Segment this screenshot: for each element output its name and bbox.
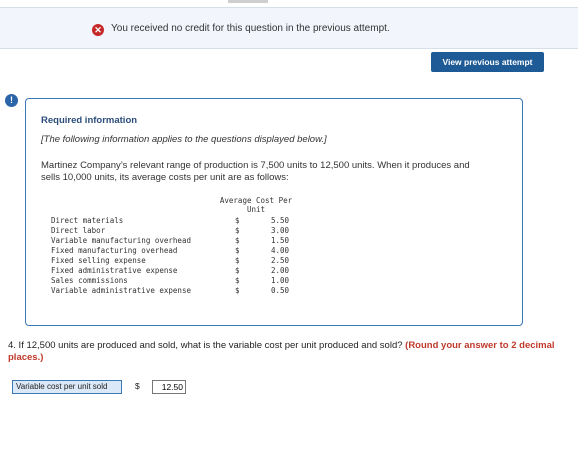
cost-value: 2.50 bbox=[270, 256, 289, 265]
answer-label: Variable cost per unit sold bbox=[12, 380, 122, 394]
cost-label: Sales commissions bbox=[51, 276, 128, 285]
table-row: Variable manufacturing overhead $ 1.50 bbox=[51, 236, 311, 246]
info-subtitle: [The following information applies to th… bbox=[41, 134, 327, 145]
cost-label: Fixed manufacturing overhead bbox=[51, 246, 178, 255]
cost-value: 0.50 bbox=[270, 286, 289, 295]
table-row: Variable administrative expense $ 0.50 bbox=[51, 286, 311, 296]
cost-currency: $ bbox=[235, 276, 240, 285]
table-row: Direct labor $ 3.00 bbox=[51, 226, 311, 236]
cost-value: 1.50 bbox=[270, 236, 289, 245]
view-previous-attempt-button[interactable]: View previous attempt bbox=[431, 52, 544, 72]
table-row: Fixed manufacturing overhead $ 4.00 bbox=[51, 246, 311, 256]
cost-label: Direct materials bbox=[51, 216, 124, 225]
cost-currency: $ bbox=[235, 226, 240, 235]
cost-currency: $ bbox=[235, 266, 240, 275]
info-title: Required information bbox=[41, 115, 138, 126]
required-information-box: Required information [The following info… bbox=[25, 98, 523, 326]
top-tab-stub bbox=[228, 0, 268, 3]
cost-value: 2.00 bbox=[270, 266, 289, 275]
cost-currency: $ bbox=[235, 236, 240, 245]
cost-currency: $ bbox=[235, 246, 240, 255]
cost-label: Fixed administrative expense bbox=[51, 266, 178, 275]
cost-label: Variable administrative expense bbox=[51, 286, 191, 295]
cost-value: 4.00 bbox=[270, 246, 289, 255]
table-row: Sales commissions $ 1.00 bbox=[51, 276, 311, 286]
cost-label: Direct labor bbox=[51, 226, 106, 235]
banner-message: You received no credit for this question… bbox=[111, 23, 390, 34]
info-body: Martinez Company’s relevant range of pro… bbox=[41, 160, 470, 183]
cost-label: Fixed selling expense bbox=[51, 256, 146, 265]
feedback-banner: ✕ You received no credit for this questi… bbox=[0, 7, 578, 49]
cost-currency: $ bbox=[235, 286, 240, 295]
cost-currency: $ bbox=[235, 256, 240, 265]
variable-cost-input[interactable] bbox=[152, 380, 186, 394]
table-row: Fixed selling expense $ 2.50 bbox=[51, 256, 311, 266]
cost-label: Variable manufacturing overhead bbox=[51, 236, 191, 245]
question-text: 4. If 12,500 units are produced and sold… bbox=[8, 340, 558, 364]
cost-value: 3.00 bbox=[270, 226, 289, 235]
cost-table: Direct materials $ 5.50 Direct labor $ 3… bbox=[51, 216, 311, 296]
cost-currency: $ bbox=[235, 216, 240, 225]
table-row: Direct materials $ 5.50 bbox=[51, 216, 311, 226]
alert-exclamation-icon: ! bbox=[5, 94, 18, 107]
cost-value: 5.50 bbox=[270, 216, 289, 225]
table-row: Fixed administrative expense $ 2.00 bbox=[51, 266, 311, 276]
answer-currency: $ bbox=[135, 381, 140, 391]
cost-column-header: Average Cost Per Unit bbox=[219, 196, 293, 214]
question-prompt: 4. If 12,500 units are produced and sold… bbox=[8, 340, 403, 351]
cost-value: 1.00 bbox=[270, 276, 289, 285]
error-x-icon: ✕ bbox=[92, 24, 104, 36]
